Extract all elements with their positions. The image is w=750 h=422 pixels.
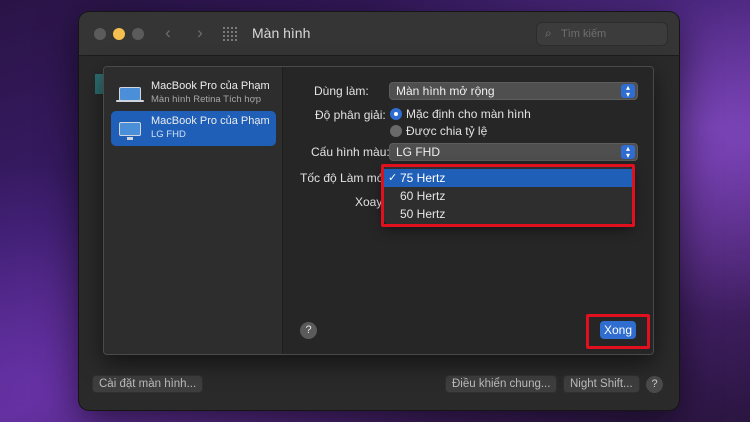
display-settings-button[interactable]: Cài đặt màn hình... bbox=[92, 375, 204, 393]
color-profile-popup[interactable]: LG FHD ▴ ▾ bbox=[389, 143, 638, 161]
color-profile-value: LG FHD bbox=[396, 145, 441, 159]
use-as-value: Màn hình mở rộng bbox=[396, 84, 495, 98]
back-arrow-icon[interactable]: ‹ bbox=[158, 23, 178, 43]
refresh-rate-label: Tốc độ Làm mới bbox=[300, 171, 388, 185]
resolution-default-label[interactable]: Mặc định cho màn hình bbox=[406, 107, 531, 121]
display-name: MacBook Pro của Phạm bbox=[151, 115, 270, 127]
resolution-label: Độ phân giải: bbox=[315, 108, 386, 122]
done-button[interactable]: Xong bbox=[600, 321, 636, 339]
resolution-scaled-radio[interactable] bbox=[390, 125, 402, 137]
refresh-rate-highlight-box bbox=[381, 164, 635, 227]
rotation-label: Xoay bbox=[355, 195, 383, 209]
resolution-default-radio[interactable] bbox=[390, 108, 402, 120]
chevron-up-down-icon: ▴ ▾ bbox=[621, 145, 635, 160]
monitor-icon bbox=[119, 122, 141, 140]
color-profile-label: Cấu hình màu: bbox=[311, 145, 390, 159]
use-as-popup[interactable]: Màn hình mở rộng ▴ ▾ bbox=[389, 82, 638, 100]
search-input[interactable] bbox=[561, 26, 661, 42]
search-field[interactable]: ⌕ bbox=[536, 22, 668, 46]
window-title: Màn hình bbox=[252, 25, 311, 41]
display-item-builtin[interactable]: MacBook Pro của Phạm Màn hình Retina Tíc… bbox=[111, 76, 276, 111]
zoom-window-button[interactable] bbox=[132, 28, 144, 40]
minimize-window-button[interactable] bbox=[113, 28, 125, 40]
display-subtitle: LG FHD bbox=[151, 129, 186, 140]
search-icon: ⌕ bbox=[545, 26, 552, 40]
help-button[interactable]: ? bbox=[300, 322, 317, 339]
resolution-scaled-label[interactable]: Được chia tỷ lệ bbox=[406, 124, 487, 138]
close-window-button[interactable] bbox=[94, 28, 106, 40]
chevron-up-down-icon: ▴ ▾ bbox=[621, 84, 635, 99]
display-subtitle: Màn hình Retina Tích hợp bbox=[151, 94, 262, 105]
display-item-lg-fhd[interactable]: MacBook Pro của Phạm LG FHD bbox=[111, 111, 276, 146]
display-settings-sheet: MacBook Pro của Phạm Màn hình Retina Tíc… bbox=[103, 66, 654, 355]
use-as-label: Dùng làm: bbox=[314, 84, 369, 98]
display-name: MacBook Pro của Phạm bbox=[151, 80, 270, 92]
window-bottom-bar: Cài đặt màn hình... Điều khiển chung... … bbox=[79, 370, 679, 410]
titlebar: ‹ › Màn hình ⌕ bbox=[79, 12, 679, 56]
night-shift-button[interactable]: Night Shift... bbox=[563, 375, 640, 393]
forward-arrow-icon[interactable]: › bbox=[190, 23, 210, 43]
laptop-icon bbox=[116, 87, 144, 102]
show-all-grid-icon[interactable] bbox=[223, 27, 237, 41]
display-list-sidebar: MacBook Pro của Phạm Màn hình Retina Tíc… bbox=[104, 67, 283, 354]
universal-control-button[interactable]: Điều khiển chung... bbox=[445, 375, 558, 393]
help-button[interactable]: ? bbox=[646, 376, 663, 393]
